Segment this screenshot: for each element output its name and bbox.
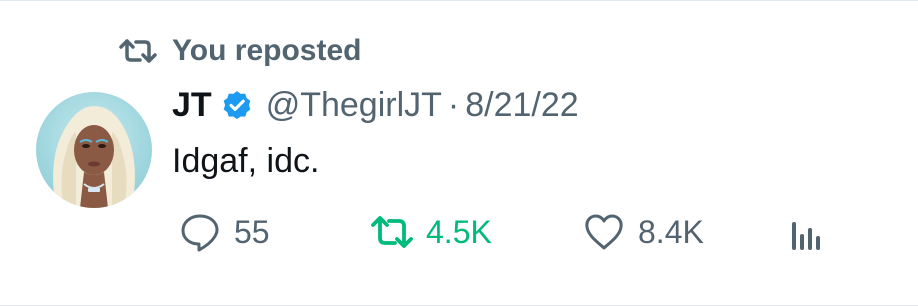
top-divider — [0, 0, 918, 1]
repost-header: You reposted — [118, 34, 361, 68]
tweet-header: JT @ThegirlJT · 8/21/22 — [172, 86, 579, 125]
tweet-text: Idgaf, idc. — [172, 142, 320, 180]
analytics-icon — [792, 222, 820, 250]
avatar-image — [53, 106, 135, 208]
repost-action-icon — [371, 216, 413, 248]
verified-badge-icon[interactable] — [220, 89, 254, 123]
reply-icon — [181, 214, 219, 252]
tweet-actions: 55 4.5K 8.4K — [172, 210, 852, 260]
like-count: 8.4K — [638, 213, 704, 250]
avatar[interactable] — [36, 92, 152, 208]
reply-button[interactable]: 55 — [178, 210, 270, 254]
repost-count: 4.5K — [426, 213, 492, 250]
views-button[interactable] — [784, 210, 828, 254]
author-name[interactable]: JT — [172, 86, 212, 125]
heart-icon — [585, 214, 623, 250]
author-handle[interactable]: @ThegirlJT — [266, 86, 442, 125]
tweet-date[interactable]: 8/21/22 — [465, 86, 578, 125]
repost-button[interactable]: 4.5K — [370, 210, 492, 254]
like-button[interactable]: 8.4K — [582, 210, 704, 254]
reply-count: 55 — [234, 213, 270, 250]
repost-header-label: You reposted — [172, 34, 362, 67]
repost-icon — [119, 39, 157, 63]
separator-dot: · — [447, 86, 460, 124]
